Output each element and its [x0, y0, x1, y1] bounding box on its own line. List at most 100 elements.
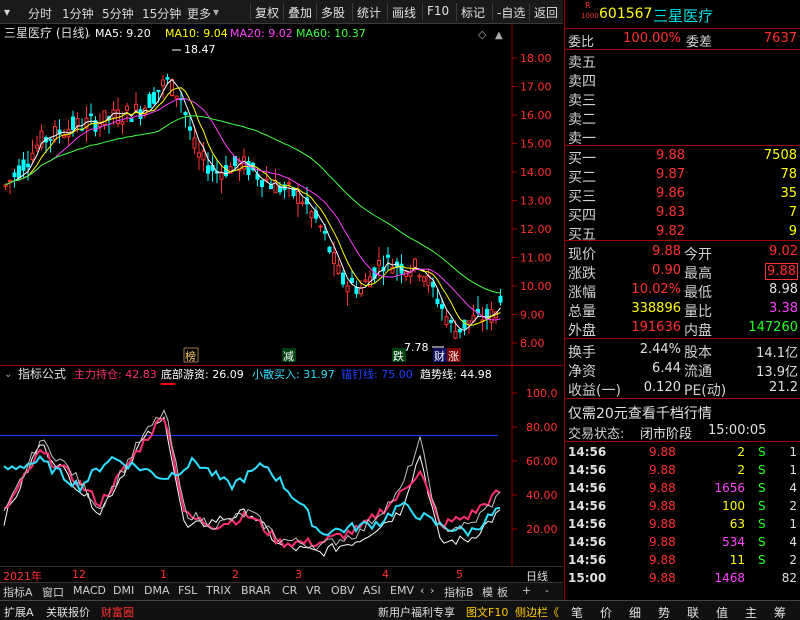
ask-row[interactable]: 卖三 — [565, 89, 800, 109]
ask-row[interactable]: 卖四 — [565, 70, 800, 90]
bid-volume: 35 — [780, 186, 797, 201]
sidebar-toggle-button[interactable]: 侧边栏《 — [515, 604, 559, 620]
ask-row[interactable]: 卖一 — [565, 127, 800, 147]
scroll-up-icon[interactable]: ▲ — [495, 30, 503, 41]
tab-cr[interactable]: CR — [282, 584, 297, 597]
tab-dmi[interactable]: DMI — [113, 584, 134, 597]
remove-watchlist-button[interactable]: -自选 — [492, 3, 529, 21]
tick-row[interactable]: 14:56 9.88 63 S 1 — [565, 516, 800, 533]
list-marker[interactable]: 榜 — [185, 349, 196, 363]
tick-row[interactable]: 14:56 9.88 1656 S 4 — [565, 480, 800, 497]
tab-template[interactable]: 模 — [482, 584, 493, 600]
promo-link[interactable]: 仅需20元查看千档行情 — [565, 402, 800, 423]
period-tab-15min[interactable]: 15分钟 — [142, 5, 181, 22]
tab-vr[interactable]: VR — [306, 584, 321, 597]
period-tab-more[interactable]: 更多 — [187, 5, 211, 22]
price-axis: 18.00 17.00 16.00 15.00 14.00 13.00 12.00 11.00… — [512, 52, 552, 350]
tick-volume: 11 — [729, 553, 745, 567]
wealth-circle-button[interactable]: 财富圈 — [101, 604, 134, 620]
overlay-button[interactable]: 叠加 — [283, 3, 316, 21]
right-tab-trend[interactable]: 势 — [658, 604, 670, 620]
tick-volume: 2 — [737, 445, 745, 459]
bid-row[interactable]: 买三 9.86 35 — [565, 185, 800, 205]
multi-stock-button[interactable]: 多股 — [316, 3, 349, 21]
tab-indicator-a[interactable]: 指标A — [3, 584, 33, 600]
right-tab-main[interactable]: 主 — [745, 604, 757, 620]
indicator-chart[interactable]: 100.0 80.00 60.00 40.00 20.00 ⌄ 指标公式 主力持仓: 4… — [0, 366, 563, 566]
tick-direction: S — [758, 535, 766, 549]
candlestick-chart-panel[interactable]: 18.00 17.00 16.00 15.00 14.00 13.00 12.00 11.00… — [0, 24, 563, 366]
right-tab-trades[interactable]: 笔 — [571, 604, 583, 620]
bid-price: 9.87 — [656, 167, 685, 182]
new-user-benefit-link[interactable]: 新用户福利专享 — [378, 604, 455, 620]
tab-scroll-right-icon[interactable]: › — [430, 584, 434, 597]
chart-toolbar: ▾ 分时 1分钟 5分钟 15分钟 更多 ▾ 复权 叠加 多股 统计 画线 F1… — [0, 0, 563, 24]
fund-row: 换手 2.44% 股本 14.1亿 — [565, 341, 800, 361]
period-tab-intraday[interactable]: 分时 — [28, 5, 52, 22]
bid-row[interactable]: 买二 9.87 78 — [565, 166, 800, 186]
ask-row[interactable]: 卖五 — [565, 51, 800, 71]
tab-scroll-left-icon[interactable]: ‹ — [420, 584, 424, 597]
period-tab-5min[interactable]: 5分钟 — [102, 5, 134, 22]
draw-line-button[interactable]: 画线 — [387, 3, 420, 21]
finance-marker[interactable]: 财 — [434, 349, 445, 363]
bid-label: 买三 — [568, 189, 596, 205]
promo-text[interactable]: 仅需20元查看千档行情 — [568, 403, 712, 423]
tab-trix[interactable]: TRIX — [206, 584, 231, 597]
reduce-marker[interactable]: 减 — [283, 350, 294, 363]
rise-marker[interactable]: 涨 — [448, 350, 459, 363]
tick-row[interactable]: 14:56 9.88 534 S 4 — [565, 534, 800, 551]
right-tab-price[interactable]: 价 — [600, 604, 612, 620]
indicator-chart-panel[interactable]: 100.0 80.00 60.00 40.00 20.00 ⌄ 指标公式 主力持仓: 4… — [0, 366, 563, 566]
add-window-button[interactable]: + — [522, 584, 531, 597]
tick-row[interactable]: 14:56 9.88 100 S 2 — [565, 498, 800, 515]
mark-button[interactable]: 标记 — [456, 3, 489, 21]
tab-board[interactable]: 板 — [497, 584, 508, 600]
remove-window-button[interactable]: - — [545, 584, 549, 597]
right-tab-detail[interactable]: 细 — [629, 604, 641, 620]
candlestick-chart[interactable]: 18.00 17.00 16.00 15.00 14.00 13.00 12.00 11.00… — [0, 24, 563, 366]
tab-emv[interactable]: EMV — [390, 584, 414, 597]
indicator-collapse-icon[interactable]: ⌄ — [4, 369, 12, 380]
tab-dma[interactable]: DMA — [144, 584, 170, 597]
tick-row[interactable]: 14:56 9.88 2 S 1 — [565, 462, 800, 479]
tab-window[interactable]: 窗口 — [42, 584, 64, 600]
tab-fsl[interactable]: FSL — [178, 584, 197, 597]
margin-badge-icon: R — [585, 1, 591, 10]
adjust-button[interactable]: 复权 — [250, 3, 283, 21]
bid-row[interactable]: 买五 9.82 9 — [565, 223, 800, 243]
right-tab-value[interactable]: 值 — [716, 604, 728, 620]
more-dropdown-icon[interactable]: ▾ — [213, 5, 219, 19]
f10-graphic-button[interactable]: 图文F10 — [466, 604, 508, 620]
extend-a-button[interactable]: 扩展A — [4, 604, 34, 620]
bid-row[interactable]: 买一 9.88 7508 — [565, 147, 800, 167]
related-quote-button[interactable]: 关联报价 — [46, 604, 90, 620]
fall-marker[interactable]: 跌 — [393, 349, 404, 363]
statistics-button[interactable]: 统计 — [352, 3, 385, 21]
collapse-icon[interactable]: ⌄ — [84, 29, 92, 40]
tick-row[interactable]: 14:56 9.88 11 S 2 — [565, 552, 800, 569]
diamond-icon[interactable]: ◇ — [478, 28, 487, 41]
tab-asi[interactable]: ASI — [363, 584, 381, 597]
tab-obv[interactable]: OBV — [331, 584, 354, 597]
right-tab-linked[interactable]: 联 — [687, 604, 699, 620]
dropdown-arrow-icon[interactable]: ▾ — [4, 5, 10, 19]
period-tab-1min[interactable]: 1分钟 — [62, 5, 94, 22]
stat-label-2: 最高 — [684, 266, 712, 282]
back-button[interactable]: 返回 — [529, 3, 562, 21]
tab-brar[interactable]: BRAR — [241, 584, 271, 597]
tab-macd[interactable]: MACD — [73, 584, 106, 597]
order-ratio-value: 100.00% — [623, 31, 681, 46]
ask-row[interactable]: 卖二 — [565, 108, 800, 128]
right-tab-chips[interactable]: 筹 — [774, 604, 786, 620]
tick-volume: 2 — [737, 463, 745, 477]
tick-row[interactable]: 14:56 9.88 2 S 1 — [565, 444, 800, 461]
tab-indicator-b[interactable]: 指标B — [444, 584, 474, 600]
f10-button[interactable]: F10 — [422, 3, 453, 21]
tick-row[interactable]: 15:00 9.88 1468 82 — [565, 570, 800, 587]
bid-row[interactable]: 买四 9.83 7 — [565, 204, 800, 224]
stat-row: 现价 9.88 今开 9.02 — [565, 243, 800, 263]
indicator-title[interactable]: 指标公式 — [18, 366, 66, 381]
tick-count: 1 — [789, 463, 797, 477]
trade-status-row: 交易状态: 闭市阶段 15:00:05 — [565, 422, 800, 442]
